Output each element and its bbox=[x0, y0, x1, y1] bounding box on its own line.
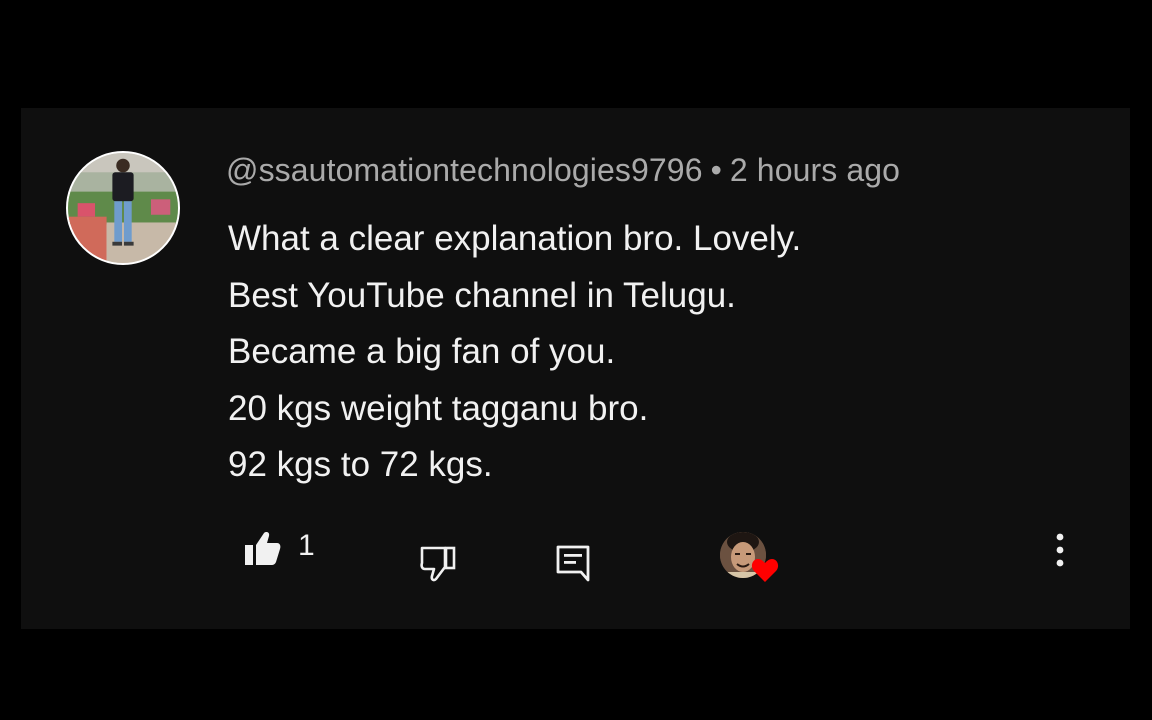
comment-line: Became a big fan of you. bbox=[228, 332, 616, 371]
author-handle[interactable]: @ssautomationtechnologies9796 bbox=[226, 152, 703, 188]
dislike-button[interactable] bbox=[419, 544, 457, 582]
comment-card: @ssautomationtechnologies9796 • 2 hours ag… bbox=[21, 108, 1130, 629]
comment-header: @ssautomationtechnologies9796 • 2 hours ag… bbox=[226, 152, 900, 189]
reply-comment-icon bbox=[556, 545, 590, 582]
like-count: 1 bbox=[298, 529, 315, 562]
thumbs-up-icon bbox=[245, 532, 281, 565]
comment-line: 92 kgs to 72 kgs. bbox=[228, 445, 493, 484]
meta-separator: • bbox=[710, 152, 722, 188]
creator-heart-badge bbox=[720, 532, 780, 586]
like-button[interactable]: 1 bbox=[244, 529, 315, 567]
reply-button[interactable] bbox=[555, 544, 591, 582]
author-avatar-photo bbox=[68, 153, 178, 263]
comment-text: What a clear explanation bro. Lovely. Be… bbox=[228, 211, 801, 494]
comment-line: What a clear explanation bro. Lovely. bbox=[228, 219, 802, 258]
more-options-button[interactable] bbox=[1051, 532, 1069, 568]
comment-line: 20 kgs weight tagganu bro. bbox=[228, 388, 649, 428]
comment-line: Best YouTube channel in Telugu. bbox=[228, 275, 736, 315]
thumbs-down-icon bbox=[420, 546, 456, 582]
heart-icon bbox=[751, 559, 779, 582]
author-avatar[interactable] bbox=[66, 151, 180, 265]
more-vertical-icon bbox=[1056, 533, 1064, 567]
comment-timestamp[interactable]: 2 hours ago bbox=[730, 152, 900, 188]
